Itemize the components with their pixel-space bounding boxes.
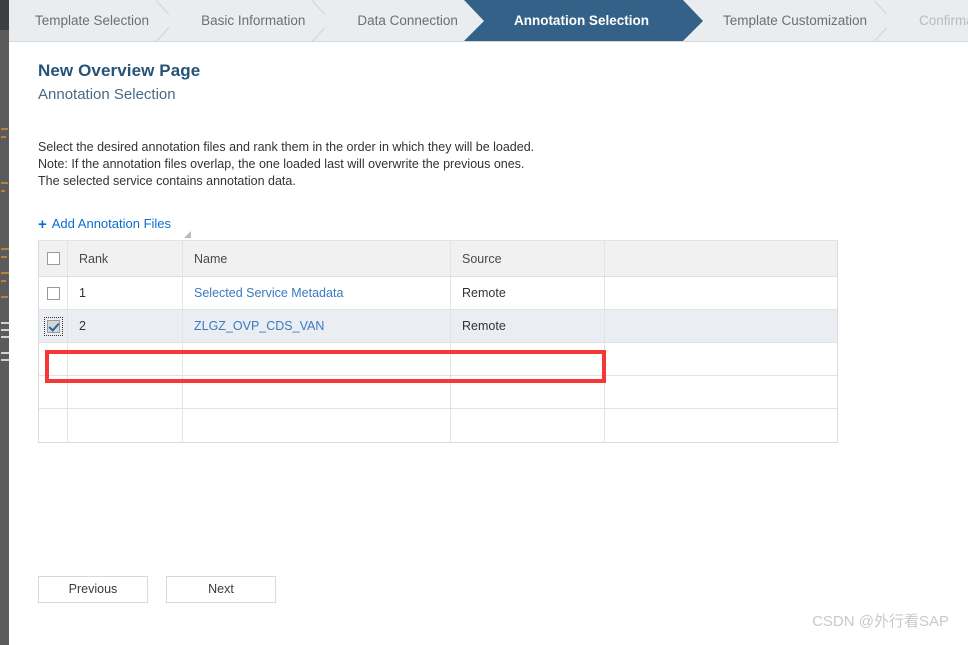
background-code-line [1, 329, 9, 331]
wizard-step-label: Template Customization [722, 13, 868, 28]
plus-icon: + [38, 215, 47, 233]
row-checkbox-focus-ring [43, 316, 63, 336]
row-rank [68, 376, 183, 408]
select-all-checkbox-cell[interactable] [39, 241, 68, 276]
wizard-step-label: Confirmation [919, 13, 968, 28]
table-row[interactable] [39, 376, 837, 409]
table-row[interactable]: 2 ZLGZ_OVP_CDS_VAN Remote [39, 310, 837, 343]
wizard-step-annotation-selection[interactable]: Annotation Selection [463, 0, 703, 41]
background-code-line [1, 322, 9, 324]
background-code-line [1, 280, 6, 282]
row-rank [68, 343, 183, 375]
wizard-step-data-connection[interactable]: Data Connection [331, 0, 484, 41]
wizard-step-label: Template Selection [35, 13, 150, 28]
table-row[interactable]: 1 Selected Service Metadata Remote [39, 277, 837, 310]
add-annotation-files-label: Add Annotation Files [51, 216, 172, 231]
row-rank: 1 [68, 277, 183, 309]
row-checkbox[interactable] [46, 286, 60, 300]
background-code-line [1, 128, 8, 130]
background-code-line [1, 336, 9, 338]
select-all-checkbox[interactable] [46, 252, 60, 265]
row-name [183, 376, 451, 408]
wizard-step-label: Annotation Selection [513, 13, 649, 28]
column-header-rank[interactable]: Rank [68, 241, 183, 276]
background-code-line [1, 182, 8, 184]
wizard-step-template-customization[interactable]: Template Customization [682, 0, 894, 41]
resize-grip-icon[interactable] [184, 231, 191, 238]
table-header-row: Rank Name Source [39, 241, 837, 277]
row-spacer [605, 277, 837, 309]
row-name-link[interactable]: Selected Service Metadata [194, 286, 343, 300]
background-code-line [1, 352, 9, 354]
column-header-source[interactable]: Source [451, 241, 605, 276]
instructions-text: Select the desired annotation files and … [38, 139, 534, 190]
next-button[interactable]: Next [166, 576, 276, 603]
wizard-step-confirmation: Confirmation [893, 0, 968, 41]
row-name-link[interactable]: ZLGZ_OVP_CDS_VAN [194, 319, 324, 333]
watermark: CSDN @外行看SAP [812, 613, 949, 630]
background-code-line [1, 136, 6, 138]
wizard-step-label: Basic Information [201, 13, 306, 28]
row-checkbox-cell[interactable] [39, 277, 68, 309]
background-window-sliver [0, 0, 9, 645]
row-source [451, 343, 605, 375]
wizard-step-label: Data Connection [357, 13, 458, 28]
instructions-line-3: The selected service contains annotation… [38, 174, 296, 188]
wizard-step-template-selection[interactable]: Template Selection [9, 0, 176, 41]
row-rank [68, 409, 183, 442]
row-source: Remote [451, 277, 605, 309]
table-row[interactable] [39, 343, 837, 376]
row-checkbox-cell [39, 409, 68, 442]
background-window-titlebar [0, 0, 9, 30]
background-code-line [1, 296, 8, 298]
row-name [183, 409, 451, 442]
page-title: New Overview Page [38, 61, 201, 80]
background-code-line [1, 248, 9, 250]
row-spacer [605, 409, 837, 442]
row-spacer [605, 376, 837, 408]
annotation-files-table: Rank Name Source 1 Selected Service Meta… [38, 240, 838, 443]
column-header-spacer [605, 241, 837, 276]
wizard-step-basic-information[interactable]: Basic Information [175, 0, 332, 41]
add-annotation-files-button[interactable]: + Add Annotation Files [38, 215, 172, 233]
row-source: Remote [451, 310, 605, 342]
row-source [451, 376, 605, 408]
chevron-separator-icon [310, 0, 332, 41]
chevron-separator-icon [154, 0, 176, 41]
row-checkbox-cell [39, 376, 68, 408]
table-row[interactable] [39, 409, 837, 442]
column-header-name[interactable]: Name [183, 241, 451, 276]
row-source [451, 409, 605, 442]
background-code-line [1, 359, 9, 361]
row-rank: 2 [68, 310, 183, 342]
instructions-line-1: Select the desired annotation files and … [38, 140, 535, 154]
page-subtitle: Annotation Selection [38, 86, 176, 103]
row-spacer [605, 310, 837, 342]
previous-button[interactable]: Previous [38, 576, 148, 603]
instructions-line-2: Note: If the annotation files overlap, t… [38, 157, 525, 171]
background-code-line [1, 190, 5, 192]
row-checkbox-cell [39, 343, 68, 375]
wizard-progress-bar: Template Selection Basic Information Dat… [9, 0, 968, 42]
row-checkbox-cell[interactable] [39, 310, 68, 342]
row-spacer [605, 343, 837, 375]
background-code-line [1, 272, 9, 274]
row-checkbox[interactable] [46, 319, 60, 333]
main-content: New Overview Page Annotation Selection S… [9, 42, 968, 645]
row-name [183, 343, 451, 375]
chevron-separator-icon [872, 0, 894, 41]
background-code-line [1, 256, 7, 258]
